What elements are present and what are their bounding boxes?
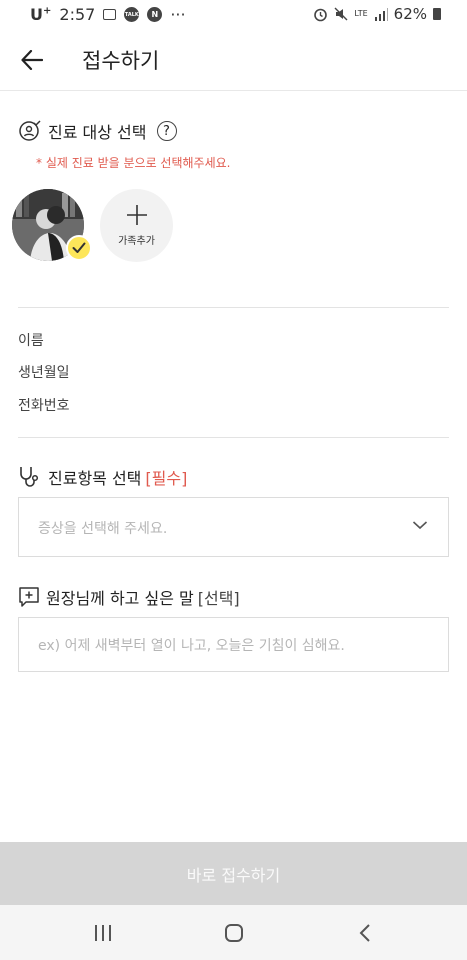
- patient-notice: * 실제 진료 받을 분으로 선택해주세요.: [36, 156, 231, 170]
- status-bar: U+ 2:57 TALK N ··· LTE 62%: [0, 0, 467, 30]
- optional-tag: [선택]: [197, 589, 240, 608]
- symptom-select-placeholder: 증상을 선택해 주세요.: [38, 521, 168, 537]
- battery-percent: 62%: [393, 5, 427, 23]
- carrier-label: U+: [30, 5, 52, 24]
- check-icon: [72, 242, 86, 253]
- home-button[interactable]: [214, 919, 254, 947]
- status-right: LTE 62%: [313, 5, 441, 23]
- divider: [18, 437, 449, 438]
- memo-section-label: 원장님께 하고 싶은 말: [46, 589, 194, 608]
- page-title: 접수하기: [82, 49, 160, 73]
- lte-indicator: LTE: [354, 9, 368, 18]
- selected-check-badge: [66, 235, 92, 261]
- recent-apps-button[interactable]: [83, 919, 123, 947]
- birth-label: 생년월일: [18, 365, 70, 381]
- chat-plus-icon: [19, 587, 39, 607]
- plus-icon: [126, 205, 147, 225]
- required-tag: [필수]: [145, 469, 188, 488]
- memo-section-title: 원장님께 하고 싶은 말 [선택]: [18, 585, 240, 609]
- stethoscope-icon: [20, 467, 39, 487]
- recent-apps-icon: [95, 925, 111, 941]
- symptom-select[interactable]: 증상을 선택해 주세요.: [18, 497, 449, 557]
- add-family-label: 가족추가: [118, 236, 155, 247]
- memo-input[interactable]: [19, 618, 448, 671]
- phone-label: 전화번호: [18, 398, 70, 414]
- user-check-icon: [19, 120, 41, 141]
- gallery-notification-icon: [103, 9, 117, 20]
- alarm-icon: [314, 8, 328, 21]
- system-nav-bar: [0, 905, 467, 960]
- app-header: 접수하기: [0, 30, 467, 91]
- back-button[interactable]: [14, 44, 50, 76]
- add-family-button[interactable]: 가족추가: [100, 189, 173, 262]
- help-icon[interactable]: ?: [156, 121, 177, 141]
- status-time: 2:57: [59, 5, 96, 24]
- submit-button[interactable]: 바로 접수하기: [0, 842, 467, 905]
- patient-section-title: 진료 대상 선택 ?: [18, 119, 177, 143]
- patient-section-label: 진료 대상 선택: [48, 123, 147, 142]
- arrow-left-icon: [21, 50, 43, 70]
- chevron-down-icon: [412, 521, 428, 530]
- signal-icon: [374, 7, 388, 21]
- n-notification-icon: N: [147, 7, 163, 22]
- home-icon: [225, 924, 243, 942]
- name-label: 이름: [18, 333, 44, 349]
- memo-box: [18, 617, 449, 672]
- more-notifications-icon: ···: [170, 5, 186, 24]
- talk-notification-icon: TALK: [124, 7, 140, 22]
- symptom-section-label: 진료항목 선택: [48, 469, 142, 488]
- status-left: U+ 2:57 TALK N ···: [30, 5, 186, 24]
- divider: [18, 307, 449, 308]
- system-back-button[interactable]: [345, 919, 385, 947]
- symptom-section-title: 진료항목 선택 [필수]: [18, 465, 187, 489]
- battery-icon: [433, 8, 441, 20]
- chevron-left-icon: [359, 924, 370, 942]
- mute-icon: [334, 7, 348, 21]
